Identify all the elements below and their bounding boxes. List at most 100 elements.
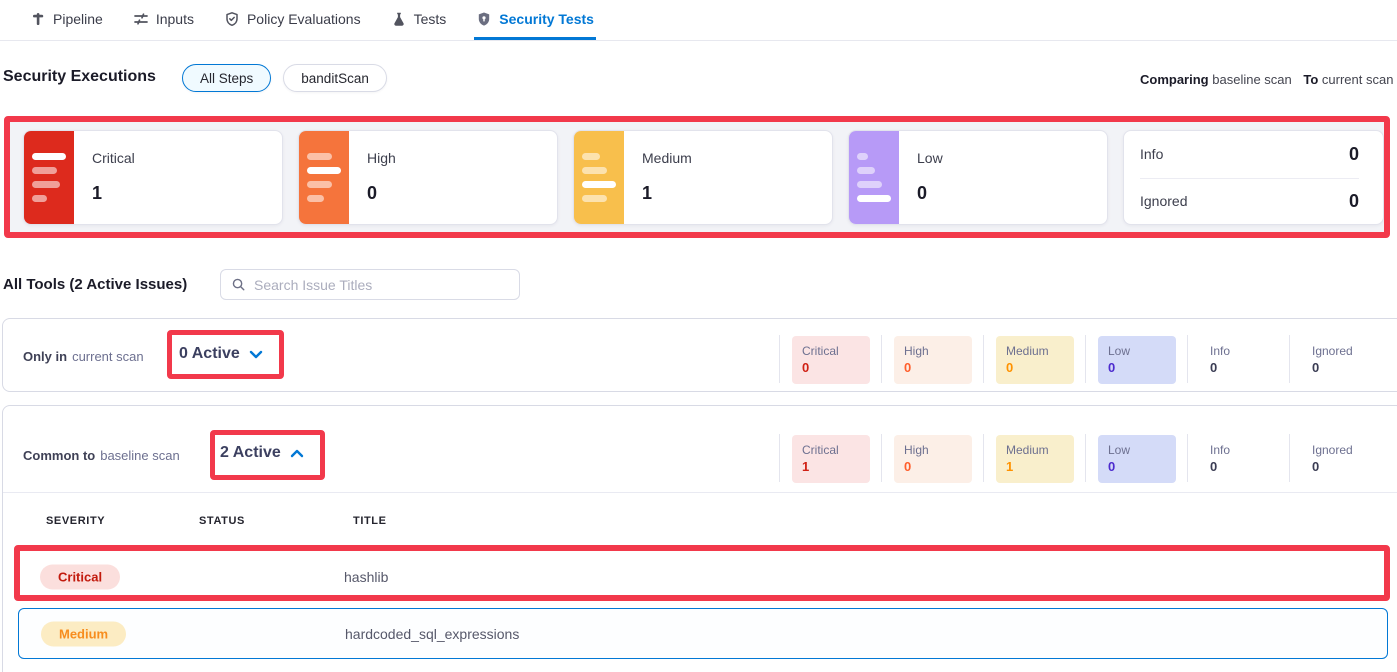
count-chip-low[interactable]: Low 0 — [1098, 336, 1176, 384]
page-title: Security Executions — [3, 68, 156, 86]
chevron-up-icon — [290, 449, 304, 458]
security-tests-shield-icon — [476, 11, 492, 27]
divider — [1187, 335, 1188, 383]
tab-label: Tests — [414, 11, 447, 27]
card-label: High — [367, 150, 396, 166]
chip-label: High — [904, 343, 962, 359]
chip-value: 1 — [1006, 458, 1064, 475]
chip-label: Critical — [802, 442, 860, 458]
chip-label: Ignored — [1312, 343, 1370, 359]
card-label: Low — [917, 150, 943, 166]
chip-label: Info — [1210, 442, 1268, 458]
count-chip-critical[interactable]: Critical 0 — [792, 336, 870, 384]
card-value: 0 — [917, 183, 943, 204]
info-value: 0 — [1349, 144, 1359, 165]
chip-label: Low — [1108, 442, 1166, 458]
issue-search-box[interactable] — [220, 269, 520, 300]
group-label-rest: baseline scan — [100, 448, 180, 463]
chip-value: 0 — [1006, 359, 1064, 376]
info-count-row: Info 0 — [1140, 131, 1359, 178]
filter-banditscan-pill[interactable]: banditScan — [283, 64, 387, 92]
summary-card-info-ignored: Info 0 Ignored 0 — [1123, 130, 1384, 225]
to-keyword: To — [1303, 72, 1318, 87]
divider — [1289, 434, 1290, 482]
severity-badge-medium: Medium — [41, 621, 126, 646]
issue-row-hashlib[interactable]: Critical hashlib — [18, 555, 1388, 598]
card-value: 1 — [642, 183, 692, 204]
comparing-keyword: Comparing — [1140, 72, 1209, 87]
active-count-dropdown[interactable]: 2 Active — [220, 444, 304, 462]
tests-flask-icon — [391, 11, 407, 27]
divider — [1289, 335, 1290, 383]
pipeline-icon — [30, 11, 46, 27]
summary-card-medium: Medium 1 — [573, 130, 833, 225]
medium-severity-meter-icon — [574, 131, 624, 224]
chip-value: 0 — [1108, 359, 1166, 376]
chip-label: Medium — [1006, 442, 1064, 458]
all-tools-title: All Tools (2 Active Issues) — [3, 276, 187, 293]
issue-row-hardcoded-sql-expressions[interactable]: Medium hardcoded_sql_expressions — [18, 608, 1388, 659]
group-label-bold: Only in — [23, 349, 67, 364]
column-header-title: TITLE — [353, 515, 387, 527]
divider — [3, 492, 1397, 493]
only-in-current-scan-panel: Only incurrent scan 0 Active Critical 0 … — [2, 318, 1397, 392]
tab-inputs[interactable]: Inputs — [131, 0, 196, 40]
tab-security-tests[interactable]: Security Tests — [474, 0, 596, 40]
count-chip-info[interactable]: Info 0 — [1200, 435, 1278, 483]
search-issue-titles-input[interactable] — [254, 277, 509, 293]
column-header-status: STATUS — [199, 515, 245, 527]
step-filter-pills: All Steps banditScan — [182, 64, 387, 92]
chip-value: 0 — [1312, 359, 1370, 376]
issue-title: hardcoded_sql_expressions — [345, 626, 519, 642]
card-value: 1 — [92, 183, 135, 204]
chip-value: 1 — [802, 458, 860, 475]
tab-label: Security Tests — [499, 11, 594, 27]
tab-label: Pipeline — [53, 11, 103, 27]
chip-value: 0 — [1312, 458, 1370, 475]
card-label: Critical — [92, 150, 135, 166]
tab-label: Policy Evaluations — [247, 11, 361, 27]
count-chip-high[interactable]: High 0 — [894, 336, 972, 384]
tab-policy-evaluations[interactable]: Policy Evaluations — [222, 0, 363, 40]
tab-tests[interactable]: Tests — [389, 0, 449, 40]
baseline-scan-value[interactable]: baseline scan — [1212, 72, 1292, 87]
policy-evaluations-icon — [224, 11, 240, 27]
count-chip-low[interactable]: Low 0 — [1098, 435, 1176, 483]
filter-all-steps-pill[interactable]: All Steps — [182, 64, 271, 92]
column-header-severity: SEVERITY — [46, 515, 105, 527]
count-chip-medium[interactable]: Medium 0 — [996, 336, 1074, 384]
group-label-rest: current scan — [72, 349, 144, 364]
chip-value: 0 — [1108, 458, 1166, 475]
active-count-dropdown[interactable]: 0 Active — [179, 345, 263, 363]
summary-card-high: High 0 — [298, 130, 558, 225]
tab-pipeline[interactable]: Pipeline — [28, 0, 105, 40]
severity-badge-critical: Critical — [40, 564, 120, 589]
count-chip-high[interactable]: High 0 — [894, 435, 972, 483]
chip-label: Info — [1210, 343, 1268, 359]
group-label: Only in current scan — [23, 349, 144, 364]
count-chip-ignored[interactable]: Ignored 0 — [1302, 435, 1380, 483]
chip-value: 0 — [802, 359, 860, 376]
count-chip-ignored[interactable]: Ignored 0 — [1302, 336, 1380, 384]
search-icon — [231, 277, 246, 292]
inputs-icon — [133, 11, 149, 27]
chip-label: High — [904, 442, 962, 458]
divider — [983, 335, 984, 383]
divider — [983, 434, 984, 482]
divider — [1085, 335, 1086, 383]
count-chip-medium[interactable]: Medium 1 — [996, 435, 1074, 483]
divider — [779, 434, 780, 482]
current-scan-value[interactable]: current scan — [1322, 72, 1394, 87]
card-value: 0 — [367, 183, 396, 204]
divider — [1085, 434, 1086, 482]
critical-severity-meter-icon — [24, 131, 74, 224]
chip-label: Medium — [1006, 343, 1064, 359]
group-label: Common tobaseline scan — [23, 448, 180, 463]
ignored-label: Ignored — [1140, 193, 1187, 209]
count-chip-critical[interactable]: Critical 1 — [792, 435, 870, 483]
divider — [881, 434, 882, 482]
low-severity-meter-icon — [849, 131, 899, 224]
ignored-value: 0 — [1349, 191, 1359, 212]
chip-value: 0 — [904, 458, 962, 475]
count-chip-info[interactable]: Info 0 — [1200, 336, 1278, 384]
